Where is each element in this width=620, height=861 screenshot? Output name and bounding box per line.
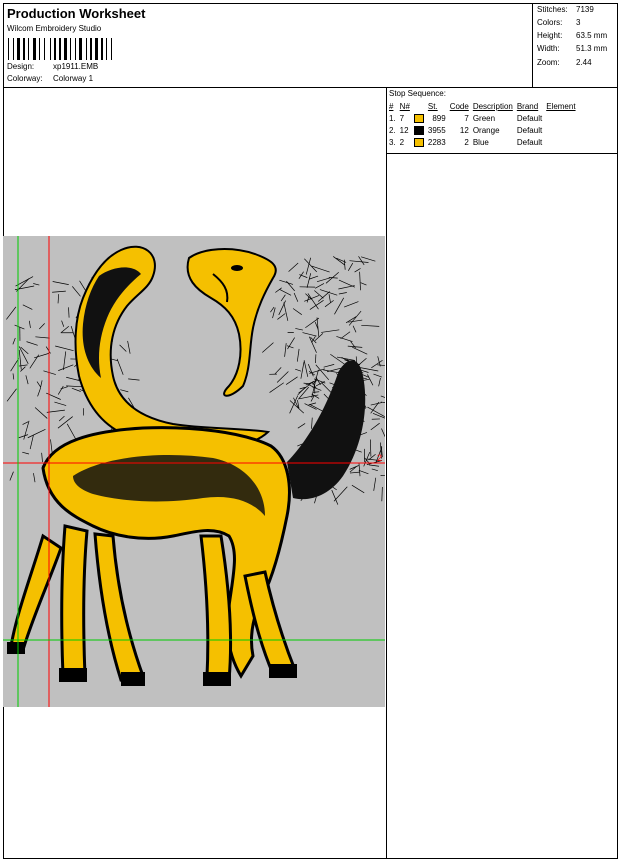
row-element	[544, 112, 577, 124]
row-brand: Default	[516, 137, 543, 147]
barcode-bar	[106, 38, 107, 60]
barcode-bar	[33, 38, 36, 60]
barcode-bar	[44, 38, 45, 60]
barcode-bar	[75, 38, 76, 60]
eye-mark	[231, 265, 243, 271]
row-needle: 12	[399, 125, 409, 135]
stat-stitches: Stitches: 7139	[537, 5, 594, 14]
col-brand: Brand	[516, 101, 539, 111]
table-row: 2. 12 3955 12 Orange Default	[387, 124, 578, 136]
row-description: Green	[472, 113, 496, 123]
software-name: Wilcom Embroidery Studio	[7, 24, 102, 33]
barcode-bar	[8, 38, 9, 60]
barcode-bar	[28, 38, 29, 60]
design-row: Design: xp1911.EMB	[7, 62, 98, 71]
barcode-bar	[17, 38, 20, 60]
row-code: 7	[464, 113, 469, 123]
row-description: Blue	[472, 137, 489, 147]
stop-sequence-table: # N# St. Code Description Brand Element …	[387, 100, 578, 148]
barcode-bar	[70, 38, 71, 60]
table-header-row: # N# St. Code Description Brand Element	[387, 100, 578, 112]
col-stitches: St.	[427, 101, 438, 111]
barcode-bar	[13, 38, 14, 60]
row-needle: 7	[399, 113, 405, 123]
stat-label: Height:	[537, 31, 563, 40]
design-label: Design:	[7, 62, 35, 71]
barcode	[8, 38, 112, 60]
col-index: #	[389, 101, 394, 111]
barcode-bar	[54, 38, 56, 60]
table-row: 1. 7 899 7 Green Default	[387, 112, 578, 124]
barcode-bar	[50, 38, 51, 60]
stat-value: 3	[576, 18, 581, 27]
row-element	[544, 136, 577, 148]
stat-zoom: Zoom: 2.44	[537, 58, 592, 67]
col-needle: N#	[399, 101, 410, 111]
color-swatch	[413, 125, 424, 135]
barcode-bar	[23, 38, 25, 60]
colorway-label: Colorway:	[7, 74, 43, 83]
row-index: 3.	[389, 137, 396, 147]
row-brand: Default	[516, 113, 543, 123]
barcode-bar	[111, 38, 112, 60]
stats-panel: Stitches: 7139 Colors: 3 Height: 63.5 mm Wi…	[532, 3, 618, 87]
stat-label: Stitches:	[537, 5, 568, 14]
row-stitches: 3955	[427, 125, 446, 135]
stat-value: 2.44	[576, 58, 592, 67]
row-brand: Default	[516, 125, 543, 135]
stat-label: Colors:	[537, 18, 563, 27]
stat-value: 51.3 mm	[576, 44, 608, 53]
row-element	[544, 124, 577, 136]
barcode-bar	[39, 38, 40, 60]
stat-width: Width: 51.3 mm	[537, 44, 607, 53]
col-swatch	[412, 100, 426, 112]
row-code: 2	[464, 137, 469, 147]
colorway-value: Colorway 1	[53, 74, 94, 83]
row-stitches: 2283	[427, 137, 446, 147]
stop-sequence-panel: Stop Sequence: # N# St. Code Description…	[387, 88, 618, 154]
worksheet-header: Production Worksheet Wilcom Embroidery S…	[4, 4, 534, 88]
barcode-bar	[90, 38, 92, 60]
colorway-row: Colorway: Colorway 1	[7, 74, 93, 83]
barcode-bar	[86, 38, 87, 60]
row-stitches: 899	[432, 113, 446, 123]
guide-marker-label: 2	[377, 453, 382, 463]
barcode-bar	[64, 38, 67, 60]
color-swatch	[413, 137, 424, 147]
row-index: 2.	[389, 125, 396, 135]
col-code: Code	[449, 101, 469, 111]
stop-sequence-title: Stop Sequence:	[389, 89, 446, 98]
barcode-bar	[101, 38, 103, 60]
stat-label: Zoom:	[537, 58, 560, 67]
worksheet-title: Production Worksheet	[7, 6, 146, 21]
stat-label: Width:	[537, 44, 560, 53]
stat-colors: Colors: 3	[537, 18, 580, 27]
row-description: Orange	[472, 125, 500, 135]
barcode-bar	[59, 38, 61, 60]
row-needle: 2	[399, 137, 405, 147]
barcode-bar	[95, 38, 98, 60]
table-row: 3. 2 2283 2 Blue Default	[387, 136, 578, 148]
design-value: xp1911.EMB	[53, 62, 99, 71]
row-code: 12	[459, 125, 469, 135]
col-element: Element	[546, 101, 576, 111]
row-index: 1.	[389, 113, 396, 123]
barcode-bar	[79, 38, 82, 60]
stat-height: Height: 63.5 mm	[537, 31, 607, 40]
col-description: Description	[472, 101, 513, 111]
embroidery-design-preview: 2	[3, 236, 385, 707]
color-swatch	[413, 113, 424, 123]
stat-value: 7139	[576, 5, 594, 14]
column-divider	[386, 87, 387, 859]
stat-value: 63.5 mm	[576, 31, 608, 40]
